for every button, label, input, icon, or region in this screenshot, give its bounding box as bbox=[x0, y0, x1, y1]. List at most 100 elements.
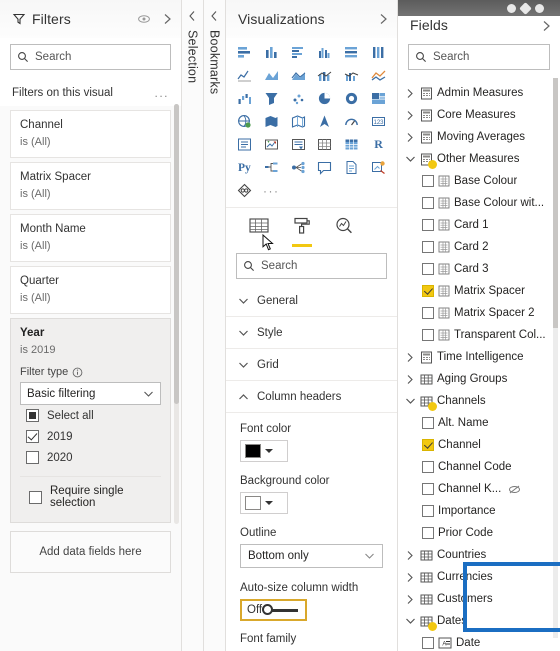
table-icon[interactable] bbox=[313, 134, 338, 155]
fields-tree-field[interactable]: Prior Code bbox=[398, 522, 560, 544]
chevron-right-icon[interactable] bbox=[404, 88, 416, 99]
chevron-down-icon[interactable] bbox=[404, 617, 416, 625]
filter-card[interactable]: Month Name is (All) bbox=[10, 214, 171, 262]
fields-tree-field[interactable]: Channel K... bbox=[398, 478, 560, 500]
fields-tree-field[interactable]: Channel Code bbox=[398, 456, 560, 478]
fields-tree-table[interactable]: Time Intelligence bbox=[398, 346, 560, 368]
kpi-icon[interactable] bbox=[259, 134, 284, 155]
field-checkbox[interactable] bbox=[422, 483, 434, 495]
fields-scrollbar[interactable] bbox=[553, 78, 558, 638]
gauge-icon[interactable] bbox=[339, 111, 364, 132]
100-stacked-column-chart-icon[interactable] bbox=[366, 42, 391, 63]
filter-option-2020[interactable]: 2020 bbox=[20, 447, 161, 468]
fields-tree-table[interactable]: Currencies bbox=[398, 566, 560, 588]
field-checkbox[interactable] bbox=[422, 219, 434, 231]
filter-type-select[interactable]: Basic filtering bbox=[20, 382, 161, 405]
background-color-picker[interactable] bbox=[240, 492, 288, 514]
require-single-selection-row[interactable]: Require single selection bbox=[20, 477, 161, 513]
field-checkbox[interactable] bbox=[422, 241, 434, 253]
filter-card-year[interactable]: Year is 2019 Filter type Basic filtering bbox=[10, 318, 171, 523]
donut-chart-icon[interactable] bbox=[339, 88, 364, 109]
fields-tree-table[interactable]: Channels bbox=[398, 390, 560, 412]
stacked-bar-chart-icon[interactable] bbox=[232, 42, 257, 63]
chevron-right-icon[interactable] bbox=[404, 594, 416, 605]
decomposition-tree-icon[interactable] bbox=[259, 157, 284, 178]
fields-tree-field[interactable]: Base Colour bbox=[398, 170, 560, 192]
chevron-right-icon[interactable] bbox=[404, 132, 416, 143]
field-checkbox[interactable] bbox=[422, 461, 434, 473]
fields-tree-table[interactable]: Moving Averages bbox=[398, 126, 560, 148]
field-checkbox[interactable] bbox=[422, 263, 434, 275]
add-data-fields-dropzone[interactable]: Add data fields here bbox=[10, 531, 171, 573]
field-checkbox[interactable] bbox=[422, 417, 434, 429]
selection-pane-collapsed[interactable]: Selection bbox=[182, 0, 204, 651]
field-checkbox[interactable] bbox=[422, 307, 434, 319]
font-color-picker[interactable] bbox=[240, 440, 288, 462]
chevron-left-icon[interactable] bbox=[209, 10, 220, 22]
more-options-icon[interactable]: ... bbox=[154, 86, 169, 100]
multi-row-card-icon[interactable] bbox=[232, 134, 257, 155]
filter-option-select-all[interactable]: Select all bbox=[20, 405, 161, 426]
fields-tree-field[interactable]: Base Colour wit... bbox=[398, 192, 560, 214]
checkbox-select-all[interactable] bbox=[26, 409, 39, 422]
auto-size-toggle[interactable]: Off bbox=[247, 603, 299, 616]
clustered-column-chart-icon[interactable] bbox=[313, 42, 338, 63]
shape-map-icon[interactable] bbox=[286, 111, 311, 132]
fields-tree-table[interactable]: Other Measures bbox=[398, 148, 560, 170]
filter-option-2019[interactable]: 2019 bbox=[20, 426, 161, 447]
fields-tree-field[interactable]: Importance bbox=[398, 500, 560, 522]
info-icon[interactable] bbox=[72, 367, 83, 378]
checkbox-require-single-selection[interactable] bbox=[29, 490, 42, 504]
field-checkbox[interactable] bbox=[422, 505, 434, 517]
clock-icon[interactable] bbox=[507, 3, 516, 13]
clustered-bar-chart-icon[interactable] bbox=[286, 42, 311, 63]
key-influencers-icon[interactable] bbox=[286, 157, 311, 178]
treemap-icon[interactable] bbox=[366, 88, 391, 109]
100-stacked-bar-chart-icon[interactable] bbox=[339, 42, 364, 63]
chevron-left-icon[interactable] bbox=[187, 10, 198, 22]
format-search-input[interactable]: Search bbox=[236, 253, 387, 279]
chevron-down-icon[interactable] bbox=[404, 155, 416, 163]
stacked-column-chart-icon[interactable] bbox=[259, 42, 284, 63]
chevron-right-icon[interactable] bbox=[404, 550, 416, 561]
fields-tree-field[interactable]: Alt. Name bbox=[398, 412, 560, 434]
fields-tree-field[interactable]: Card 3 bbox=[398, 258, 560, 280]
filters-scrollbar[interactable] bbox=[174, 104, 179, 524]
fields-tree-table[interactable]: Aging Groups bbox=[398, 368, 560, 390]
fields-tree-field[interactable]: Card 2 bbox=[398, 236, 560, 258]
format-section-style[interactable]: Style bbox=[226, 317, 397, 349]
field-checkbox[interactable] bbox=[422, 285, 434, 297]
fields-search-input[interactable]: Search bbox=[408, 44, 550, 70]
format-section-column-headers[interactable]: Column headers bbox=[226, 381, 397, 413]
fields-tree-field[interactable]: Matrix Spacer 2 bbox=[398, 302, 560, 324]
field-checkbox[interactable] bbox=[422, 329, 434, 341]
stacked-area-chart-icon[interactable] bbox=[286, 65, 311, 86]
fields-tree-table[interactable]: Countries bbox=[398, 544, 560, 566]
analytics-tab[interactable] bbox=[334, 216, 354, 247]
field-checkbox[interactable] bbox=[422, 527, 434, 539]
line-stacked-column-chart-icon[interactable] bbox=[313, 65, 338, 86]
scatter-chart-icon[interactable] bbox=[286, 88, 311, 109]
card-icon[interactable]: 123 bbox=[366, 111, 391, 132]
filter-card[interactable]: Quarter is (All) bbox=[10, 266, 171, 314]
chevron-right-icon[interactable] bbox=[540, 19, 552, 33]
field-checkbox[interactable] bbox=[422, 175, 434, 187]
filters-search-input[interactable]: Search bbox=[10, 44, 171, 70]
chevron-right-icon[interactable] bbox=[161, 12, 173, 26]
pin-icon[interactable] bbox=[519, 1, 532, 15]
fields-tree-field[interactable]: Card 1 bbox=[398, 214, 560, 236]
arcgis-map-icon[interactable] bbox=[313, 111, 338, 132]
python-visual-icon[interactable]: Py bbox=[232, 157, 257, 178]
filled-map-icon[interactable] bbox=[259, 111, 284, 132]
info-icon[interactable] bbox=[535, 3, 544, 13]
pie-chart-icon[interactable] bbox=[313, 88, 338, 109]
filter-card[interactable]: Channel is (All) bbox=[10, 110, 171, 158]
line-clustered-column-chart-icon[interactable] bbox=[339, 65, 364, 86]
matrix-icon[interactable] bbox=[339, 134, 364, 155]
line-chart-icon[interactable] bbox=[232, 65, 257, 86]
outline-select[interactable]: Bottom only bbox=[240, 544, 383, 568]
fields-tree-table[interactable]: Admin Measures bbox=[398, 82, 560, 104]
funnel-chart-icon[interactable] bbox=[259, 88, 284, 109]
fields-tree-field[interactable]: Matrix Spacer bbox=[398, 280, 560, 302]
power-apps-icon[interactable] bbox=[366, 157, 391, 178]
